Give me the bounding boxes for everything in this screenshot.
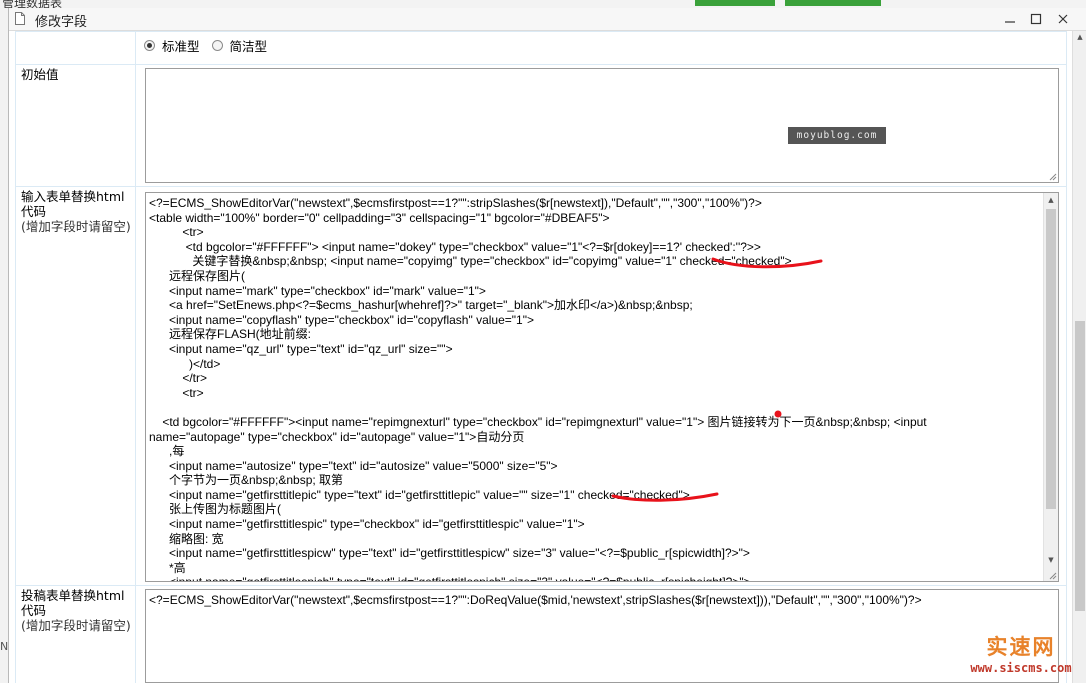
radio-standard-label[interactable]: 标准型	[162, 36, 200, 55]
page-scrollbar[interactable]: ▲	[1072, 31, 1086, 683]
field-form-table: 标准型 简洁型 初始值 输入表单替换html代码 (增加字段时请留空) <?=E…	[15, 31, 1067, 683]
input-form-html-label-cell: 输入表单替换html代码 (增加字段时请留空)	[16, 187, 135, 585]
maximize-icon	[1030, 13, 1042, 25]
input-form-html-code: <?=ECMS_ShowEditorVar("newstext",$ecmsfi…	[149, 196, 1044, 581]
code-line: <input name="getfirsttitlepic" type="tex…	[149, 487, 690, 502]
resize-grip-icon[interactable]	[1048, 571, 1057, 580]
site-logo: 实速网 www.siscms.com	[962, 634, 1080, 682]
input-form-html-label: 输入表单替换html代码 (增加字段时请留空)	[21, 189, 133, 234]
code-line: <input name="qz_url" type="text" id="qz_…	[149, 341, 453, 356]
code-line: <td bgcolor="#FFFFFF"> <input name="doke…	[149, 239, 761, 254]
code-line: <input name="getfirsttitlespicw" type="t…	[149, 546, 750, 561]
code-line: <tr>	[149, 225, 204, 240]
code-line: <?=ECMS_ShowEditorVar("newstext",$ecmsfi…	[149, 593, 922, 607]
code-line: <table width="100%" border="0" cellpaddi…	[149, 210, 610, 225]
code-line: 远程保存FLASH(地址前缀:	[149, 327, 312, 342]
scroll-up-arrow-icon[interactable]: ▲	[1044, 193, 1058, 207]
code-line: 关键字替换&nbsp;&nbsp; <input name="copyimg" …	[149, 254, 792, 269]
display-mode-radio-group: 标准型 简洁型	[144, 36, 279, 55]
code-line: *高	[149, 560, 186, 575]
document-icon	[15, 12, 25, 25]
edit-field-dialog: 修改字段 标准型 简洁型 初始值 输入表单替换html代码 (增加字段时请留空)…	[8, 8, 1086, 683]
code-line: <input name="mark" type="checkbox" id="m…	[149, 283, 486, 298]
dialog-titlebar[interactable]: 修改字段	[9, 8, 1086, 31]
code-line: <input name="getfirsttitlespich" type="t…	[149, 575, 1044, 581]
initial-value-label-cell: 初始值	[16, 65, 135, 186]
radio-simple-label[interactable]: 简洁型	[230, 36, 268, 55]
display-mode-value-cell: 标准型 简洁型	[136, 32, 1066, 64]
code-line: <?=ECMS_ShowEditorVar("newstext",$ecmsfi…	[149, 196, 762, 210]
input-form-html-label-hint: (增加字段时请留空)	[21, 219, 131, 234]
close-icon	[1058, 14, 1068, 24]
input-form-html-scrollbar[interactable]: ▲ ▼	[1043, 193, 1058, 581]
submit-form-html-label: 投稿表单替换html代码 (增加字段时请留空)	[21, 588, 133, 633]
scroll-down-arrow-icon[interactable]: ▼	[1044, 553, 1058, 567]
background-green-button-1[interactable]	[695, 0, 775, 6]
radio-simple[interactable]	[211, 40, 223, 51]
minimize-button[interactable]	[997, 8, 1023, 30]
minimize-icon	[1005, 21, 1015, 23]
code-line: </tr>	[149, 371, 208, 386]
maximize-button[interactable]	[1023, 8, 1049, 30]
code-line: <input name="autosize" type="text" id="a…	[149, 458, 558, 473]
background-title: 管理数据表	[2, 0, 63, 8]
submit-form-html-textarea[interactable]: <?=ECMS_ShowEditorVar("newstext",$ecmsfi…	[145, 589, 1059, 683]
input-form-html-value-cell: <?=ECMS_ShowEditorVar("newstext",$ecmsfi…	[136, 187, 1066, 585]
submit-form-html-label-cell: 投稿表单替换html代码 (增加字段时请留空)	[16, 586, 135, 683]
code-line: 缩略图: 宽	[149, 531, 224, 546]
code-line: 张上传图为标题图片(	[149, 502, 282, 517]
background-left-fragment: N	[0, 640, 9, 653]
dialog-title: 修改字段	[35, 15, 88, 30]
code-line: )</td>	[149, 356, 221, 371]
input-form-html-scroll-thumb[interactable]	[1046, 209, 1056, 509]
radio-standard[interactable]	[144, 40, 155, 51]
submit-form-html-code: <?=ECMS_ShowEditorVar("newstext",$ecmsfi…	[149, 593, 1044, 608]
initial-value-value-cell	[136, 65, 1066, 186]
submit-form-html-label-main: 投稿表单替换html代码	[21, 588, 125, 618]
code-line: 远程保存图片(	[149, 268, 246, 283]
display-mode-label-cell	[16, 32, 135, 64]
input-form-html-label-main: 输入表单替换html代码	[21, 189, 125, 219]
code-line: <input name="getfirsttitlespic" type="ch…	[149, 517, 585, 532]
logo-url: www.siscms.com	[970, 661, 1072, 675]
page-scroll-thumb[interactable]	[1075, 321, 1085, 611]
page-scroll-up-arrow-icon[interactable]: ▲	[1073, 33, 1086, 41]
input-form-html-textarea[interactable]: <?=ECMS_ShowEditorVar("newstext",$ecmsfi…	[145, 192, 1059, 582]
code-line: <td bgcolor="#FFFFFF"><input name="repim…	[149, 414, 927, 429]
code-line: 个字节为一页&nbsp;&nbsp; 取第	[149, 473, 344, 488]
submit-form-html-label-hint: (增加字段时请留空)	[21, 618, 131, 633]
background-window-strip: 管理数据表	[0, 0, 1086, 8]
watermark-label: moyublog.com	[788, 127, 886, 144]
submit-form-html-value-cell: <?=ECMS_ShowEditorVar("newstext",$ecmsfi…	[136, 586, 1066, 683]
code-line: <a href="SetEnews.php<?=$ecms_hashur[whe…	[149, 298, 693, 313]
resize-grip-icon[interactable]	[1048, 172, 1057, 181]
code-line: <tr>	[149, 385, 204, 400]
initial-value-label: 初始值	[21, 67, 59, 82]
initial-value-textarea[interactable]	[145, 68, 1059, 183]
code-line: ,每	[149, 444, 185, 459]
logo-title: 实速网	[986, 635, 1056, 659]
code-line: name="autopage" type="checkbox" id="auto…	[149, 429, 525, 444]
close-button[interactable]	[1050, 8, 1076, 30]
background-green-button-2[interactable]	[785, 0, 881, 6]
code-line: <input name="copyflash" type="checkbox" …	[149, 312, 534, 327]
